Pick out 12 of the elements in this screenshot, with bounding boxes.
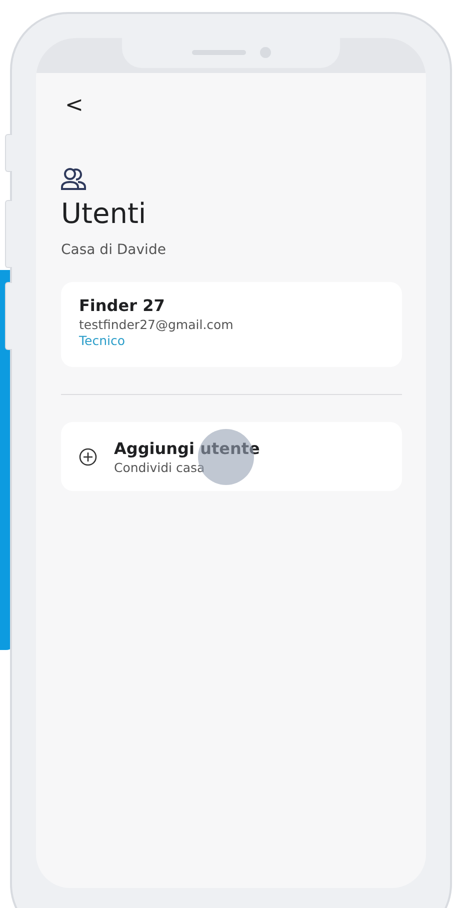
page-title: Utenti [61, 197, 146, 230]
user-role: Tecnico [79, 333, 125, 348]
add-user-card[interactable]: Aggiungi utente Condividi casa [61, 422, 402, 491]
user-name: Finder 27 [79, 296, 165, 315]
user-card[interactable]: Finder 27 testfinder27@gmail.com Tecnico [61, 282, 402, 367]
back-button[interactable]: < [61, 95, 88, 117]
add-icon [79, 448, 97, 466]
user-email: testfinder27@gmail.com [79, 317, 234, 332]
users-icon [61, 167, 87, 191]
page-subtitle: Casa di Davide [61, 242, 166, 258]
add-user-subtitle: Condividi casa [114, 460, 205, 474]
add-user-title: Aggiungi utente [114, 438, 260, 458]
